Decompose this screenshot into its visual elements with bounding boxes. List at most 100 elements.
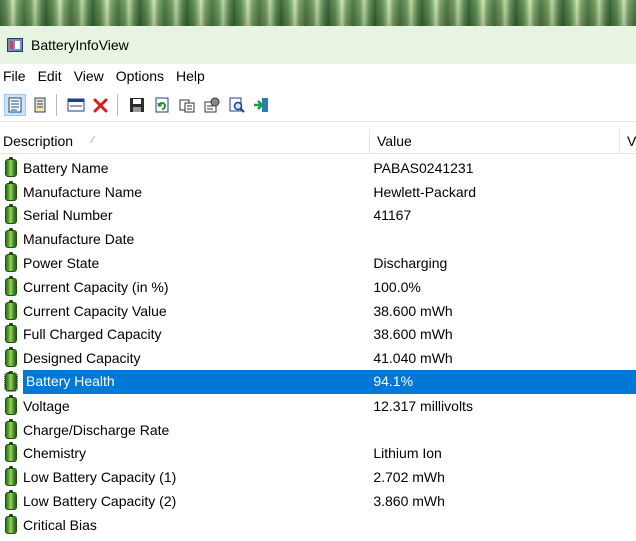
menu-file[interactable]: File [0, 68, 32, 84]
list-row[interactable]: Battery Health 94.1% [0, 370, 636, 394]
desktop-wallpaper [0, 0, 636, 26]
row-description: Battery Name [0, 156, 365, 177]
copy-icon [179, 99, 195, 112]
find-icon [229, 97, 245, 113]
row-description: Manufacture Date [0, 228, 365, 249]
row-description: Serial Number [0, 204, 365, 225]
refresh-button[interactable] [151, 94, 173, 116]
list-row[interactable]: Serial Number 41167 [0, 204, 636, 228]
row-value: 41.040 mWh [373, 350, 453, 367]
menu-bar: File Edit View Options Help [0, 64, 636, 88]
window-title: BatteryInfoView [31, 37, 129, 53]
row-description: Low Battery Capacity (1) [0, 466, 365, 487]
list-row[interactable]: Low Battery Capacity (1) 2.702 mWh [0, 465, 636, 489]
row-value: 100.0% [373, 278, 421, 295]
row-label: Manufacture Name [23, 183, 143, 200]
exit-button[interactable] [251, 94, 273, 116]
row-value: PABAS0241231 [373, 159, 474, 176]
list-row[interactable]: Current Capacity Value 38.600 mWh [0, 299, 636, 323]
row-label: Charge/Discharge Rate [23, 421, 170, 438]
battery-info-list: Battery Name PABAS0241231 Manufacture Name… [0, 156, 636, 541]
list-row[interactable]: Chemistry Lithium Ion [0, 442, 636, 466]
battery-icon [5, 252, 17, 273]
battery-icon [5, 347, 17, 368]
row-description: Low Battery Capacity (2) [0, 490, 365, 511]
list-row[interactable]: Low Battery Capacity (2) 3.860 mWh [0, 489, 636, 513]
toolbar-separator [56, 93, 57, 116]
row-value: 3.860 mWh [373, 493, 445, 510]
list-row[interactable]: Designed Capacity 41.040 mWh [0, 346, 636, 370]
toolbar [0, 88, 636, 122]
battery-icon [5, 299, 17, 320]
row-label: Serial Number [23, 207, 113, 224]
list-header: Description ⁄ Value V [0, 129, 636, 154]
row-value: 38.600 mWh [373, 302, 453, 319]
menu-edit[interactable]: Edit [35, 68, 68, 84]
properties-icon [8, 97, 22, 112]
battery-icon [5, 418, 17, 439]
row-label: Power State [23, 255, 100, 272]
sort-indicator-icon: ⁄ [92, 135, 94, 146]
row-description: Designed Capacity [0, 347, 365, 368]
list-row[interactable]: Critical Bias [0, 513, 636, 537]
list-row[interactable]: Full Charged Capacity 38.600 mWh [0, 323, 636, 347]
html-report-button[interactable] [29, 94, 51, 116]
row-description: Full Charged Capacity [0, 323, 365, 344]
row-label: Battery Health [23, 370, 366, 394]
list-row[interactable]: Voltage 12.317 millivolts [0, 394, 636, 418]
properties-view-button[interactable] [4, 93, 26, 116]
row-label: Chemistry [23, 445, 87, 462]
list-row[interactable]: Battery Name PABAS0241231 [0, 156, 636, 180]
battery-icon [5, 490, 17, 511]
menu-options[interactable]: Options [113, 68, 170, 84]
row-value: 12.317 millivolts [373, 397, 473, 414]
list-row[interactable]: Power State Discharging [0, 251, 636, 275]
row-label: Voltage [23, 397, 70, 414]
copy-button[interactable] [176, 94, 198, 116]
save-button[interactable] [126, 94, 148, 116]
properties-dialog-button[interactable] [201, 94, 223, 116]
row-label: Current Capacity (in %) [23, 278, 169, 295]
row-value: Lithium Ion [373, 445, 442, 462]
row-label: Current Capacity Value [23, 302, 167, 319]
row-label: Low Battery Capacity (1) [23, 469, 177, 486]
row-label: Designed Capacity [23, 350, 141, 367]
list-row[interactable]: Manufacture Date [0, 227, 636, 251]
row-label: Manufacture Date [23, 231, 135, 248]
html-report-icon [34, 97, 46, 112]
options-icon [67, 98, 85, 111]
column-header-extra[interactable]: V [620, 129, 636, 153]
exit-icon [254, 97, 268, 112]
column-header-value[interactable]: Value [370, 129, 620, 153]
save-icon [130, 97, 144, 112]
battery-icon [5, 394, 17, 415]
battery-icon [5, 323, 17, 344]
battery-icon [5, 204, 17, 225]
list-row[interactable]: Charge/Discharge Rate [0, 418, 636, 442]
toolbar-separator [117, 93, 118, 116]
row-value: 38.600 mWh [373, 326, 453, 343]
row-description: Charge/Discharge Rate [0, 418, 365, 439]
find-button[interactable] [226, 94, 248, 116]
row-value: Discharging [373, 255, 448, 272]
properties-dialog-icon [204, 97, 220, 112]
column-header-description[interactable]: Description ⁄ [0, 129, 370, 153]
row-label: Low Battery Capacity (2) [23, 493, 177, 510]
menu-view[interactable]: View [71, 68, 110, 84]
delete-button[interactable] [90, 94, 112, 116]
battery-icon [5, 228, 17, 249]
list-row[interactable]: Current Capacity (in %) 100.0% [0, 275, 636, 299]
close-icon [93, 98, 108, 112]
title-bar[interactable]: BatteryInfoView [0, 26, 636, 64]
row-value: 41167 [373, 207, 412, 224]
row-description: Manufacture Name [0, 180, 365, 201]
row-description: Voltage [0, 394, 365, 415]
row-label: Battery Name [23, 159, 109, 176]
options-button[interactable] [65, 94, 87, 116]
battery-icon [5, 275, 17, 296]
list-row[interactable]: Manufacture Name Hewlett-Packard [0, 180, 636, 204]
row-description: Critical Bias [0, 513, 365, 534]
menu-help[interactable]: Help [173, 68, 211, 84]
row-label: Critical Bias [23, 516, 97, 533]
row-description: Current Capacity Value [0, 299, 365, 320]
